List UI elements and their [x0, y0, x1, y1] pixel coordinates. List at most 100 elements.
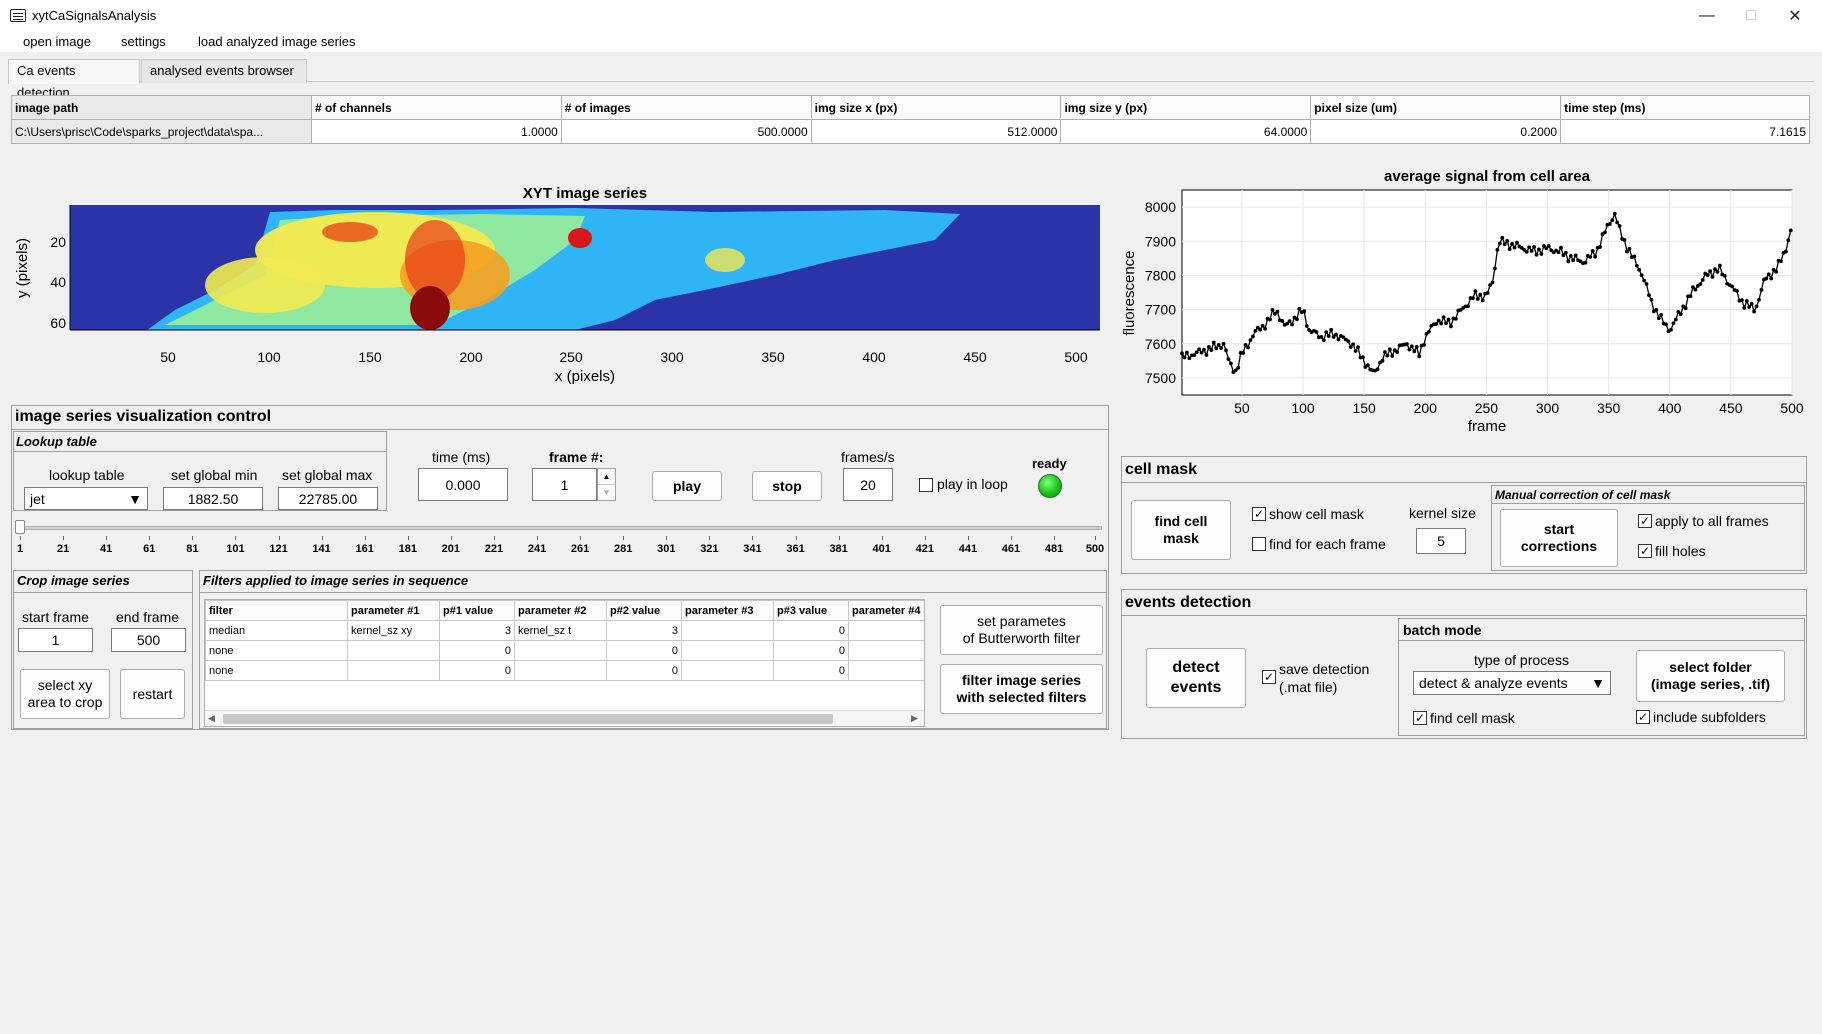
butterworth-params-button[interactable]: set parametes of Butterworth filter — [940, 605, 1103, 655]
filter-cell[interactable] — [514, 640, 607, 661]
stop-button[interactable]: stop — [752, 471, 822, 501]
xyt-image-plot: XYT image series 50 100 150 200 250 300 … — [15, 185, 1100, 385]
frame-spinner[interactable]: ▲ ▼ — [597, 468, 616, 501]
end-frame-input[interactable]: 500 — [111, 628, 186, 652]
filter-cell[interactable] — [848, 640, 924, 661]
save-detection-checkbox[interactable]: ✓ — [1262, 670, 1276, 684]
tab-analysed-events-browser[interactable]: analysed events browser — [141, 59, 307, 83]
menu-open-image[interactable]: open image — [15, 33, 99, 51]
spinner-down-icon[interactable]: ▼ — [598, 485, 615, 500]
filter-cell[interactable] — [848, 660, 924, 681]
data-point — [1524, 249, 1529, 254]
data-point — [1194, 350, 1199, 355]
crop-title: Crop image series — [17, 573, 130, 588]
fps-input[interactable]: 20 — [843, 468, 893, 501]
data-point — [1251, 334, 1255, 339]
cell-size-y[interactable]: 64.0000 — [1060, 119, 1312, 144]
scroll-right-icon[interactable]: ▶ — [911, 713, 918, 724]
data-point — [1527, 245, 1532, 250]
fill-holes-checkbox[interactable]: ✓ — [1638, 544, 1652, 558]
tab-ca-events-detection[interactable]: Ca events detection — [8, 59, 140, 100]
filter-cell[interactable]: 0 — [606, 660, 682, 681]
filter-row[interactable]: none 0 0 0 — [205, 640, 924, 661]
maximize-button[interactable]: □ — [1728, 0, 1774, 32]
slider-thumb[interactable] — [15, 520, 25, 534]
start-frame-input[interactable]: 1 — [18, 628, 93, 652]
play-button[interactable]: play — [652, 471, 722, 501]
data-point — [1297, 306, 1302, 311]
menu-load-analyzed[interactable]: load analyzed image series — [190, 33, 364, 51]
apply-all-frames-checkbox[interactable]: ✓ — [1638, 514, 1652, 528]
slider-tick-label: 81 — [186, 543, 199, 555]
cell-images[interactable]: 500.0000 — [560, 119, 812, 144]
lut-dropdown[interactable]: jet ▼ — [24, 487, 148, 510]
scrollbar-thumb[interactable] — [223, 714, 833, 724]
data-point — [1383, 350, 1387, 355]
filter-cell[interactable]: 3 — [439, 620, 515, 641]
frame-slider[interactable] — [18, 526, 1102, 530]
filter-row[interactable]: none 0 0 0 — [205, 660, 924, 681]
restart-button[interactable]: restart — [120, 669, 185, 719]
chart-title: average signal from cell area — [1384, 168, 1591, 185]
global-max-input[interactable]: 22785.00 — [278, 487, 378, 510]
minimize-button[interactable]: — — [1684, 0, 1730, 32]
kernel-size-label: kernel size — [1409, 505, 1476, 521]
show-cell-mask-checkbox[interactable]: ✓ — [1252, 507, 1266, 521]
scroll-left-icon[interactable]: ◀ — [208, 713, 215, 724]
window-title: xytCaSignalsAnalysis — [32, 8, 157, 23]
apply-filters-button[interactable]: filter image series with selected filter… — [940, 664, 1103, 714]
filter-cell[interactable] — [681, 620, 774, 641]
filter-cell[interactable]: kernel_sz xy — [347, 620, 440, 641]
time-input[interactable]: 0.000 — [418, 468, 508, 501]
data-point — [1693, 287, 1698, 292]
data-point — [1607, 222, 1612, 226]
image-ytick: 20 — [50, 234, 66, 250]
include-subfolders-checkbox[interactable]: ✓ — [1636, 710, 1650, 724]
find-each-frame-checkbox[interactable] — [1252, 537, 1266, 551]
filter-cell[interactable]: kernel_sz t — [514, 620, 607, 641]
cell-size-x[interactable]: 512.0000 — [810, 119, 1062, 144]
filter-row[interactable]: median kernel_sz xy 3 kernel_sz t 3 0 — [205, 620, 924, 641]
cell-time-step[interactable]: 7.1615 — [1560, 119, 1810, 144]
spinner-up-icon[interactable]: ▲ — [598, 469, 615, 485]
select-crop-area-button[interactable]: select xy area to crop — [20, 669, 110, 719]
menu-settings[interactable]: settings — [113, 33, 174, 51]
data-point — [1573, 253, 1578, 258]
filter-cell[interactable]: 0 — [439, 640, 515, 661]
filter-cell[interactable]: 0 — [773, 640, 849, 661]
filter-cell[interactable]: 0 — [773, 620, 849, 641]
filter-cell[interactable] — [681, 660, 774, 681]
filter-cell[interactable] — [681, 640, 774, 661]
data-point — [1466, 304, 1470, 309]
y-tick-label: 7500 — [1145, 370, 1176, 386]
detect-events-button[interactable]: detect events — [1146, 648, 1246, 708]
global-min-input[interactable]: 1882.50 — [163, 487, 263, 510]
filter-cell[interactable] — [347, 660, 440, 681]
process-type-dropdown[interactable]: detect & analyze events ▼ — [1413, 671, 1611, 695]
image-ylabel: y (pixels) — [15, 238, 31, 298]
find-cell-mask-checkbox[interactable]: ✓ — [1413, 711, 1427, 725]
filter-cell[interactable] — [848, 620, 924, 641]
horizontal-scrollbar[interactable]: ◀ ▶ — [205, 710, 924, 726]
data-point — [1512, 245, 1517, 250]
filter-cell[interactable]: 0 — [606, 640, 682, 661]
cell-channels[interactable]: 1.0000 — [310, 119, 562, 144]
filter-cell[interactable]: 3 — [606, 620, 682, 641]
find-cell-mask-button[interactable]: find cell mask — [1131, 500, 1231, 560]
frame-input[interactable]: 1 — [532, 468, 597, 501]
filter-cell[interactable]: none — [205, 660, 348, 681]
filter-cell[interactable]: none — [205, 640, 348, 661]
filter-cell[interactable]: 0 — [773, 660, 849, 681]
filter-cell[interactable]: 0 — [439, 660, 515, 681]
data-point — [1669, 327, 1673, 332]
filter-cell[interactable] — [514, 660, 607, 681]
filter-cell[interactable] — [347, 640, 440, 661]
cell-pixel-size[interactable]: 0.2000 — [1310, 119, 1562, 144]
kernel-size-input[interactable]: 5 — [1416, 528, 1466, 554]
close-button[interactable]: ✕ — [1772, 0, 1818, 32]
filter-cell[interactable]: median — [205, 620, 348, 641]
select-folder-button[interactable]: select folder (image series, .tif) — [1636, 650, 1785, 702]
play-loop-checkbox[interactable] — [919, 478, 933, 492]
start-corrections-button[interactable]: start corrections — [1500, 509, 1618, 567]
data-point — [1678, 312, 1683, 317]
